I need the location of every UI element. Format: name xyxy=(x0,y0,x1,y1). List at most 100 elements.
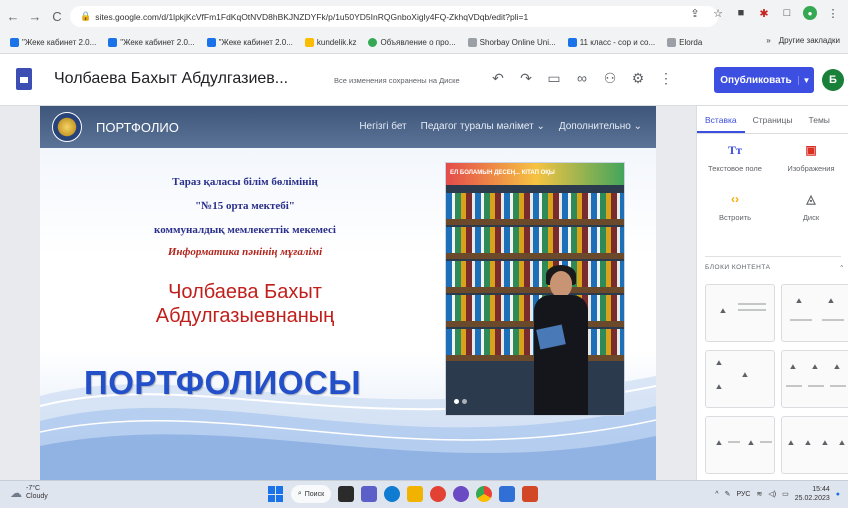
task-view-icon[interactable] xyxy=(338,486,354,502)
image-placeholder-icon: ⛰ xyxy=(828,298,834,305)
school-text-line[interactable]: "№15 орта мектебі" xyxy=(100,200,390,212)
site-nav-home[interactable]: Негізгі бет xyxy=(359,121,406,132)
carousel-dots[interactable] xyxy=(454,399,467,404)
other-bookmarks[interactable]: Другие закладки xyxy=(779,36,840,45)
preview-icon[interactable]: ▭ xyxy=(546,70,562,86)
text-placeholder xyxy=(786,385,802,387)
teacher-name[interactable]: Чолбаева Бахыт Абдулгазыевнаның xyxy=(100,280,390,328)
bookmark-item[interactable]: "Жеке кабинет 2.0... xyxy=(108,38,195,47)
text-placeholder xyxy=(790,319,812,321)
battery-icon[interactable]: ▭ xyxy=(782,490,789,498)
teams-icon[interactable] xyxy=(361,486,377,502)
carousel-dot[interactable] xyxy=(454,399,459,404)
menu-dots-icon[interactable]: ⋮ xyxy=(826,6,840,20)
back-icon[interactable]: ← xyxy=(4,7,22,25)
clock[interactable]: 15:44 25.02.2023 xyxy=(795,485,830,503)
bookmark-item[interactable]: Объявление о про... xyxy=(368,38,456,47)
app-icon[interactable] xyxy=(499,486,515,502)
image-placeholder-icon: ⛰ xyxy=(742,372,748,379)
site-nav-more[interactable]: Дополнительно ⌄ xyxy=(559,121,642,132)
bookmark-item[interactable]: "Жеке кабинет 2.0... xyxy=(10,38,96,47)
extension-icon-red[interactable]: ✱ xyxy=(757,6,771,20)
link-icon[interactable]: ∞ xyxy=(574,70,590,86)
image-placeholder-icon: ⛰ xyxy=(796,298,802,305)
sidebar-icon[interactable]: □ xyxy=(780,6,794,20)
language-indicator[interactable]: РУС xyxy=(736,491,750,498)
share-icon[interactable]: ⇪ xyxy=(688,6,702,20)
site-nav-teacher-info[interactable]: Педагог туралы мәлімет ⌄ xyxy=(421,121,545,132)
layout-option[interactable]: ⛰ ⛰ ⛰ xyxy=(705,350,775,408)
school-text-line[interactable]: Тараз қаласы білім бөлімінің xyxy=(100,176,390,188)
bookmark-item[interactable]: 11 класс - сор и со... xyxy=(567,38,655,47)
publish-dropdown-icon[interactable]: ▼ xyxy=(798,75,814,85)
edge-icon[interactable] xyxy=(384,486,400,502)
tab-pages[interactable]: Страницы xyxy=(745,106,801,133)
file-explorer-icon[interactable] xyxy=(407,486,423,502)
site-title-field[interactable]: Чолбаева Бахыт Абдулгазиев... xyxy=(54,70,288,88)
site-name[interactable]: ПОРТФОЛИО xyxy=(96,120,179,135)
volume-icon[interactable]: ◁) xyxy=(768,490,776,498)
lock-icon: 🔒 xyxy=(80,11,92,21)
collapse-icon[interactable]: ⌃ xyxy=(839,264,845,272)
bookmark-item[interactable]: "Жеке кабинет 2.0... xyxy=(206,38,293,47)
share-user-icon[interactable]: ⚇ xyxy=(602,70,618,86)
layout-option[interactable]: ⛰ ⛰ ⛰ xyxy=(781,350,848,408)
avatar[interactable]: Б xyxy=(822,69,844,91)
star-icon[interactable]: ☆ xyxy=(711,6,725,20)
extension-icon[interactable]: ■ xyxy=(734,6,748,20)
sites-logo-icon[interactable] xyxy=(16,68,32,90)
bookmark-item[interactable]: Shorbay Online Uni... xyxy=(467,38,556,47)
text-placeholder xyxy=(728,441,740,443)
carousel-dot[interactable] xyxy=(462,399,467,404)
app-icon[interactable] xyxy=(522,486,538,502)
more-icon[interactable]: ⋮ xyxy=(658,70,674,86)
bookmark-icon xyxy=(10,38,19,47)
pen-icon[interactable]: ✎ xyxy=(725,490,731,498)
content-blocks-header[interactable]: БЛОКИ КОНТЕНТА ⌃ xyxy=(705,264,845,272)
tab-themes[interactable]: Темы xyxy=(801,106,838,133)
insert-images[interactable]: ▣ Изображения xyxy=(773,142,848,173)
school-logo xyxy=(52,112,82,142)
notification-icon[interactable]: ● xyxy=(836,491,840,498)
bookmarks-overflow-icon[interactable]: » xyxy=(766,36,770,45)
windows-start-icon[interactable] xyxy=(268,486,284,502)
address-bar[interactable]: 🔒 sites.google.com/d/1lpkjKcVfFm1FdKqOtN… xyxy=(70,6,718,27)
layout-option[interactable]: ⛰ ⛰ xyxy=(705,416,775,474)
layout-option[interactable]: ⛰ ⛰ xyxy=(781,284,848,342)
bookmark-item[interactable]: Elorda xyxy=(667,38,702,47)
panel-divider xyxy=(705,256,841,257)
shelf xyxy=(446,253,624,259)
taskbar-search[interactable]: ⌕ Поиск xyxy=(291,485,331,503)
undo-icon[interactable]: ↶ xyxy=(490,70,506,86)
teacher-photo-carousel[interactable]: ЕЛ БОЛАМЫН ДЕСЕҢ... КІТАП ОҚЫ xyxy=(445,162,625,416)
wifi-icon[interactable]: ≋ xyxy=(757,490,763,498)
layout-option[interactable]: ⛰ ⛰ ⛰ ⛰ xyxy=(781,416,848,474)
site-preview[interactable]: ПОРТФОЛИО Негізгі бет Педагог туралы мәл… xyxy=(40,106,656,480)
bookmark-icon xyxy=(206,38,216,47)
insert-embed[interactable]: ‹› Встроить xyxy=(697,191,773,222)
profile-icon[interactable]: ● xyxy=(803,6,817,20)
bookmark-item[interactable]: kundelik.kz xyxy=(304,38,356,47)
embed-icon: ‹› xyxy=(731,192,739,206)
forward-icon[interactable]: → xyxy=(26,7,44,25)
tray-overflow-icon[interactable]: ^ xyxy=(715,491,718,498)
chrome-icon[interactable] xyxy=(476,486,492,502)
school-text-line[interactable]: коммуналдық мемлекеттік мекемесі xyxy=(100,224,390,236)
opera-icon[interactable] xyxy=(453,486,469,502)
layout-option[interactable]: ⛰ xyxy=(705,284,775,342)
weather-widget[interactable]: ☁ -7°C Cloudy xyxy=(10,485,48,501)
redo-icon[interactable]: ↷ xyxy=(518,70,534,86)
portfolio-heading[interactable]: ПОРТФОЛИОСЫ xyxy=(84,364,361,402)
reload-icon[interactable]: C xyxy=(48,7,66,25)
yandex-icon[interactable] xyxy=(430,486,446,502)
tab-insert[interactable]: Вставка xyxy=(697,106,745,133)
text-box-icon: Tт xyxy=(728,142,742,157)
publish-button[interactable]: Опубликовать ▼ xyxy=(714,67,814,93)
image-placeholder-icon: ⛰ xyxy=(720,308,726,315)
image-icon: ▣ xyxy=(805,143,817,157)
insert-drive[interactable]: ◬ Диск xyxy=(773,191,848,222)
settings-icon[interactable]: ⚙ xyxy=(630,70,646,86)
insert-text-box[interactable]: Tт Текстовое поле xyxy=(697,142,773,174)
subject-text[interactable]: Информатика пәнінің мұғалімі xyxy=(100,246,390,258)
image-placeholder-icon: ⛰ xyxy=(790,364,796,371)
